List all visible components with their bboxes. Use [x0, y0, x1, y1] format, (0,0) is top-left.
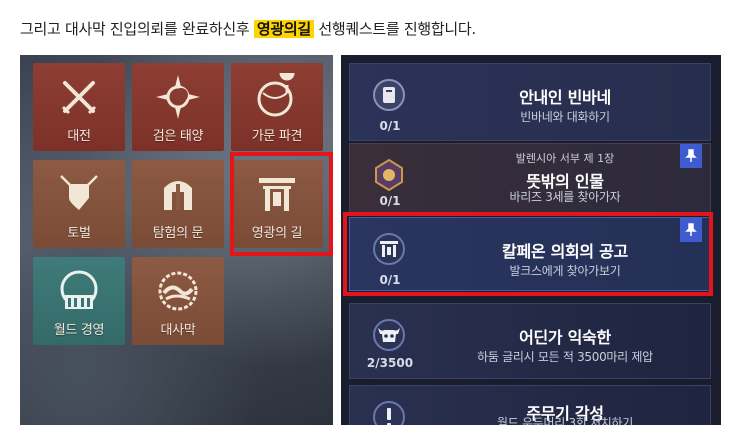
- desert-wave-icon: [158, 271, 198, 311]
- shield-swords-icon: [60, 175, 98, 210]
- tile-world-management[interactable]: 월드 경영: [33, 257, 125, 345]
- pin-icon[interactable]: [680, 144, 702, 168]
- quest-item[interactable]: 주무기 각성 월드 우두머리 3회 처치하기: [349, 385, 711, 425]
- quest-progress: 0/1: [379, 194, 401, 208]
- black-sun-icon: [156, 75, 200, 119]
- quest-item[interactable]: 0/1 안내인 빈바네 빈바네와 대화하기: [349, 63, 711, 141]
- bull-skull-icon: [373, 319, 405, 351]
- world-building-icon: [60, 270, 98, 309]
- quest-objective: 바리즈 3세를 찾아가자: [509, 190, 621, 204]
- tile-great-desert[interactable]: 대사막: [132, 257, 224, 345]
- gate-icon: [164, 181, 192, 210]
- quest-item[interactable]: 2/3500 어딘가 익숙한 하둠 글리시 모든 적 3500마리 제압: [349, 303, 711, 379]
- crest-icon: [375, 158, 403, 192]
- quest-title: 어딘가 익숙한: [519, 328, 611, 347]
- highlight-box: [343, 212, 713, 296]
- quest-region: 발렌시아 서부 제 1장: [515, 152, 615, 165]
- intro-after: 선행퀘스트를 진행합니다.: [313, 20, 476, 38]
- tile-battle[interactable]: 대전: [33, 63, 125, 151]
- intro-before: 그리고 대사막 진입의뢰를 완료하신후: [20, 20, 254, 38]
- globe-pin-icon: [257, 73, 295, 117]
- quest-progress: 2/3500: [366, 356, 414, 370]
- tile-label: 대사막: [160, 323, 196, 338]
- tile-label: 토벌: [67, 226, 91, 241]
- tile-label: 월드 경영: [53, 323, 105, 338]
- highlight-box: [230, 152, 333, 256]
- quest-objective: 하둠 글리시 모든 적 3500마리 제압: [477, 350, 653, 364]
- tile-black-sun[interactable]: 검은 태양: [132, 63, 224, 151]
- intro-text: 그리고 대사막 진입의뢰를 완료하신후 영광의길 선행퀘스트를 진행합니다.: [20, 18, 476, 39]
- quest-item[interactable]: 발렌시아 서부 제 1장 0/1 뜻밖의 인물 바리즈 3세를 찾아가자: [349, 143, 711, 213]
- tile-exploration-gate[interactable]: 탐험의 문: [132, 160, 224, 248]
- guide-emblem-icon: [373, 79, 405, 111]
- tile-label: 가문 파견: [251, 129, 303, 144]
- crossed-swords-icon: [61, 81, 97, 115]
- tile-family-dispatch[interactable]: 가문 파견: [231, 63, 323, 151]
- quest-progress: 0/1: [379, 119, 401, 133]
- intro-highlight: 영광의길: [253, 20, 314, 38]
- tile-subjugation[interactable]: 토벌: [33, 160, 125, 248]
- quest-objective: 빈바네와 대화하기: [520, 110, 610, 124]
- menu-panel: 대전 검은 태양 가문 파견 토벌 탐험의 문 영광의 길 월드 경영 대사막: [20, 55, 333, 425]
- tile-label: 탐험의 문: [152, 226, 204, 241]
- quest-objective: 월드 우두머리 3회 처치하기: [496, 416, 634, 425]
- quest-title: 안내인 빈바네: [519, 88, 611, 107]
- exclamation-icon: [373, 401, 405, 425]
- quest-panel: 0/1 안내인 빈바네 빈바네와 대화하기 발렌시아 서부 제 1장 0/1 뜻…: [341, 55, 721, 425]
- tile-label: 검은 태양: [152, 129, 204, 144]
- tile-label: 대전: [67, 129, 91, 144]
